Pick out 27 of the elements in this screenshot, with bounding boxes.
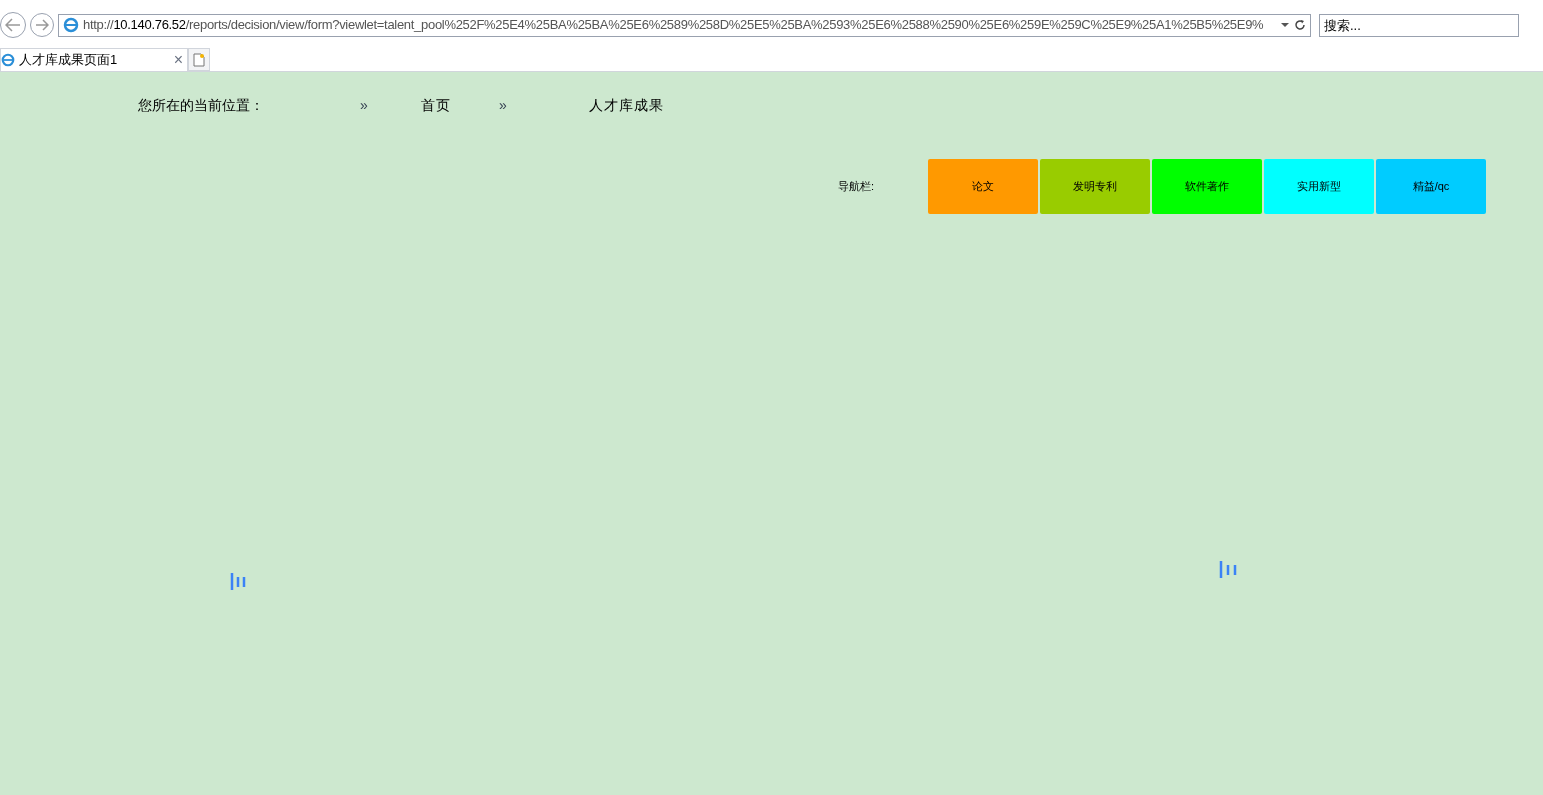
refresh-icon[interactable]: [1294, 19, 1306, 31]
breadcrumb-separator: »: [499, 95, 508, 115]
back-arrow-icon: [5, 18, 21, 32]
nav-button[interactable]: 发明专利: [1040, 159, 1150, 214]
breadcrumb-separator: »: [360, 95, 369, 115]
new-tab-icon: [193, 52, 205, 67]
nav-button[interactable]: 精益/qc: [1376, 159, 1486, 214]
nav-label: 导航栏:: [838, 179, 876, 195]
location-label: 您所在的当前位置：: [138, 95, 265, 115]
new-tab-button[interactable]: [188, 48, 210, 71]
browser-icon: [1, 53, 15, 67]
url-text: http://10.140.76.52/reports/decision/view/form?viewlet=talent_pool%252F%25E4%25BA%25BA%25E6%2589%258D%25E5%25BA%2593%25E6%2588%2590%25E6%259E%259C%25E9%25A1%25B5%25E9%: [83, 16, 1265, 35]
close-tab-button[interactable]: ×: [173, 48, 187, 72]
loading-icon: [230, 572, 248, 591]
nav-button[interactable]: 软件著作: [1152, 159, 1262, 214]
search-field[interactable]: 搜索...: [1319, 13, 1519, 37]
breadcrumb-link[interactable]: 首页: [421, 94, 499, 116]
nav-button[interactable]: 实用新型: [1264, 159, 1374, 214]
address-bar[interactable]: http://10.140.76.52/reports/decision/view/form?viewlet=talent_pool%252F%25E4%25BA%25BA%25E6%2589%258D%25E5%25BA%2593%25E6%2588%2590%25E6%259E%259C%25E9%25A1%25B5%25E9%: [58, 13, 1311, 37]
tab-title: 人才库成果页面1: [19, 51, 119, 70]
browser-tab[interactable]: 人才库成果页面1 ×: [0, 48, 188, 71]
nav-button[interactable]: 论文: [928, 159, 1038, 214]
dropdown-icon[interactable]: [1280, 22, 1290, 28]
breadcrumb-link[interactable]: 人才库成果: [589, 94, 664, 116]
forward-arrow-icon: [35, 19, 49, 31]
browser-icon: [63, 17, 79, 33]
loading-icon: [1219, 560, 1239, 579]
